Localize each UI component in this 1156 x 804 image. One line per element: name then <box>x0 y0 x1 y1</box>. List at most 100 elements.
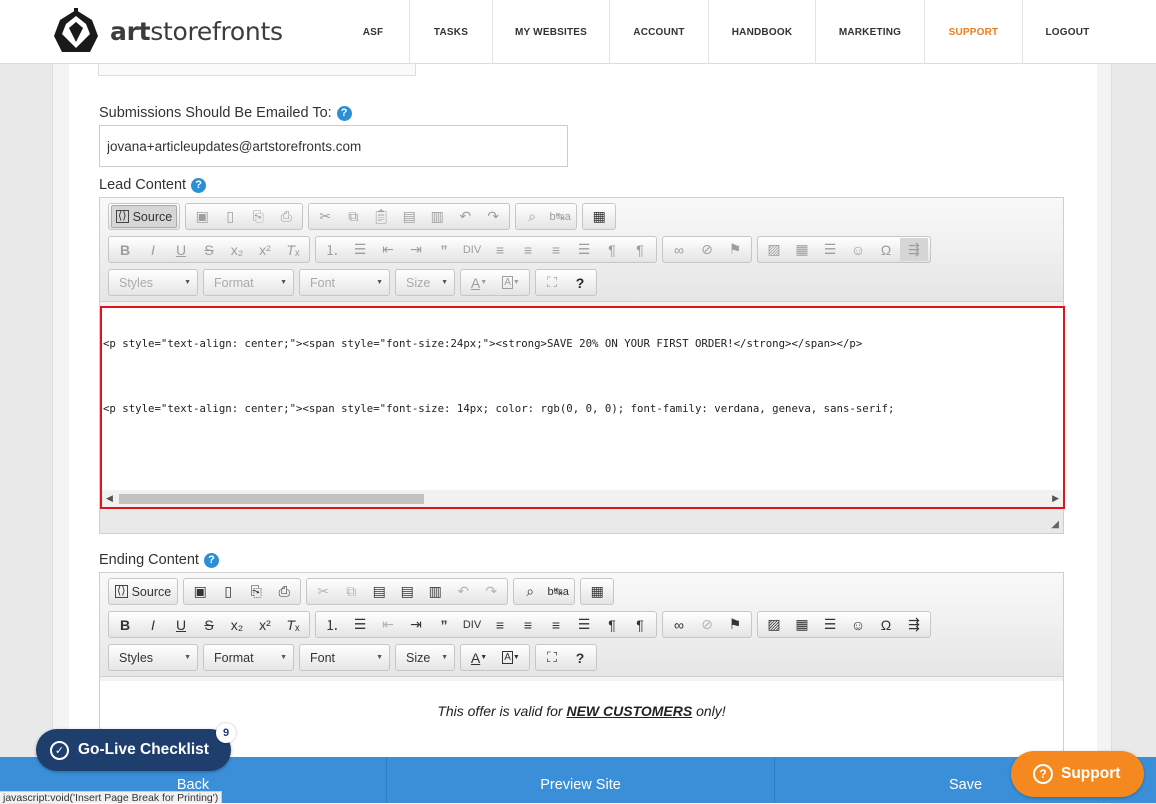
font-select[interactable]: Font ▼ <box>299 269 390 296</box>
image-icon[interactable]: ▨ <box>760 613 788 636</box>
source-button[interactable]: ⟨⟩ Source <box>111 580 175 603</box>
scrollbar-thumb[interactable] <box>119 494 424 504</box>
bg-color-icon[interactable]: A ▼ <box>495 271 527 294</box>
bg-color-icon[interactable]: A ▼ <box>495 646 527 669</box>
print-icon[interactable]: ⎙ <box>272 205 300 228</box>
save-icon[interactable]: ▣ <box>188 205 216 228</box>
outdent-icon[interactable]: ⇤ <box>374 238 402 261</box>
nav-account[interactable]: ACCOUNT <box>609 0 708 64</box>
italic-icon[interactable]: I <box>139 613 167 636</box>
subscript-icon[interactable]: x₂ <box>223 613 251 636</box>
justify-icon[interactable]: ☰ <box>570 238 598 261</box>
strike-icon[interactable]: S <box>195 238 223 261</box>
font-select[interactable]: Font ▼ <box>299 644 390 671</box>
select-all-icon[interactable]: ▦ <box>583 580 611 603</box>
special-char-icon[interactable]: Ω <box>872 238 900 261</box>
superscript-icon[interactable]: x² <box>251 613 279 636</box>
styles-select[interactable]: Styles ▼ <box>108 644 198 671</box>
about-icon[interactable]: ? <box>566 646 594 669</box>
unlink-icon[interactable]: ⊘ <box>693 613 721 636</box>
replace-icon[interactable]: b↹a <box>546 205 574 228</box>
scroll-left-icon[interactable]: ◀ <box>106 493 113 504</box>
nav-asf[interactable]: ASF <box>337 0 409 64</box>
justify-icon[interactable]: ☰ <box>570 613 598 636</box>
link-icon[interactable]: ∞ <box>665 238 693 261</box>
paste-text-icon[interactable]: ▤ <box>395 205 423 228</box>
ending-content-body[interactable]: This offer is valid for NEW CUSTOMERS on… <box>100 681 1063 761</box>
cut-icon[interactable]: ✂ <box>309 580 337 603</box>
bold-icon[interactable]: B <box>111 613 139 636</box>
underline-icon[interactable]: U <box>167 238 195 261</box>
nav-support[interactable]: SUPPORT <box>924 0 1022 64</box>
outdent-icon[interactable]: ⇤ <box>374 613 402 636</box>
text-color-icon[interactable]: A ▼ <box>463 646 495 669</box>
table-icon[interactable]: ▦ <box>788 613 816 636</box>
indent-icon[interactable]: ⇥ <box>402 238 430 261</box>
hr-icon[interactable]: ☰ <box>816 613 844 636</box>
brand-logo[interactable]: artstorefronts <box>52 8 283 54</box>
new-page-icon[interactable]: ▯ <box>214 580 242 603</box>
copy-icon[interactable]: ⧉ <box>337 580 365 603</box>
strike-icon[interactable]: S <box>195 613 223 636</box>
styles-select[interactable]: Styles ▼ <box>108 269 198 296</box>
paste-text-icon[interactable]: ▤ <box>393 580 421 603</box>
smiley-icon[interactable]: ☺ <box>844 613 872 636</box>
select-all-icon[interactable]: ▦ <box>585 205 613 228</box>
horizontal-scrollbar[interactable]: ◀ ▶ <box>102 490 1063 507</box>
redo-icon[interactable]: ↷ <box>477 580 505 603</box>
undo-icon[interactable]: ↶ <box>449 580 477 603</box>
page-break-icon[interactable]: ⇶ <box>900 613 928 636</box>
nav-my-websites[interactable]: MY WEBSITES <box>492 0 609 64</box>
nav-logout[interactable]: LOGOUT <box>1022 0 1112 64</box>
bold-icon[interactable]: B <box>111 238 139 261</box>
copy-icon[interactable]: ⧉ <box>339 205 367 228</box>
redo-icon[interactable]: ↷ <box>479 205 507 228</box>
undo-icon[interactable]: ↶ <box>451 205 479 228</box>
blockquote-icon[interactable]: ” <box>430 613 458 636</box>
paste-word-icon[interactable]: ▥ <box>423 205 451 228</box>
div-icon[interactable]: DIV <box>458 613 486 636</box>
save-icon[interactable]: ▣ <box>186 580 214 603</box>
resize-handle-icon[interactable]: ◢ <box>1051 519 1059 530</box>
preview-icon[interactable]: ⎘ <box>244 205 272 228</box>
source-button[interactable]: ⟨⟩ Source <box>111 205 178 228</box>
smiley-icon[interactable]: ☺ <box>844 238 872 261</box>
align-right-icon[interactable]: ≡ <box>542 613 570 636</box>
print-icon[interactable]: ⎙ <box>270 580 298 603</box>
paste-word-icon[interactable]: ▥ <box>421 580 449 603</box>
align-left-icon[interactable]: ≡ <box>486 238 514 261</box>
nav-tasks[interactable]: TASKS <box>409 0 492 64</box>
anchor-icon[interactable]: ⚑ <box>721 613 749 636</box>
remove-format-icon[interactable]: Tₓ <box>279 238 307 261</box>
nav-marketing[interactable]: MARKETING <box>815 0 924 64</box>
email-field[interactable] <box>99 125 568 167</box>
help-icon[interactable]: ? <box>203 552 219 568</box>
page-break-icon[interactable]: ⇶ <box>900 238 928 261</box>
maximize-icon[interactable]: ⛶ <box>538 646 566 669</box>
unlink-icon[interactable]: ⊘ <box>693 238 721 261</box>
help-icon[interactable]: ? <box>336 105 352 121</box>
indent-icon[interactable]: ⇥ <box>402 613 430 636</box>
rtl-icon[interactable]: ¶ <box>626 238 654 261</box>
preview-icon[interactable]: ⎘ <box>242 580 270 603</box>
size-select[interactable]: Size ▼ <box>395 644 455 671</box>
anchor-icon[interactable]: ⚑ <box>721 238 749 261</box>
link-icon[interactable]: ∞ <box>665 613 693 636</box>
new-page-icon[interactable]: ▯ <box>216 205 244 228</box>
subscript-icon[interactable]: x₂ <box>223 238 251 261</box>
size-select[interactable]: Size ▼ <box>395 269 455 296</box>
paste-icon[interactable]: ▤ <box>365 580 393 603</box>
find-icon[interactable]: ⌕ <box>516 580 544 603</box>
bulleted-list-icon[interactable]: ☰ <box>346 613 374 636</box>
replace-icon[interactable]: b↹a <box>544 580 572 603</box>
text-color-icon[interactable]: A ▼ <box>463 271 495 294</box>
blockquote-icon[interactable]: ” <box>430 238 458 261</box>
image-icon[interactable]: ▨ <box>760 238 788 261</box>
paste-icon[interactable]: 📋︎ <box>367 205 395 228</box>
numbered-list-icon[interactable]: ⒈ <box>318 613 346 636</box>
align-right-icon[interactable]: ≡ <box>542 238 570 261</box>
align-center-icon[interactable]: ≡ <box>514 238 542 261</box>
align-left-icon[interactable]: ≡ <box>486 613 514 636</box>
format-select[interactable]: Format ▼ <box>203 269 294 296</box>
hr-icon[interactable]: ☰ <box>816 238 844 261</box>
